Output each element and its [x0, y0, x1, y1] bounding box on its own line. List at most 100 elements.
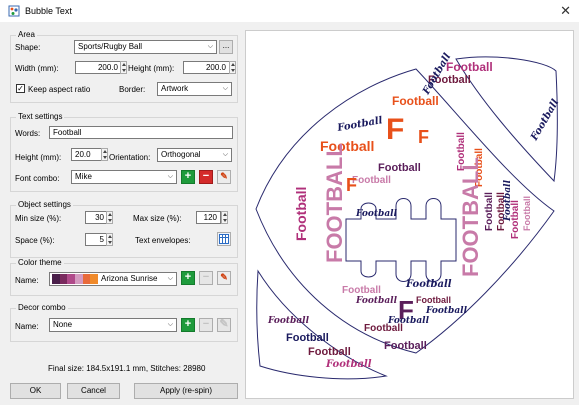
- width-spinner[interactable]: [120, 61, 127, 74]
- words-input[interactable]: Football: [49, 126, 233, 139]
- keep-aspect-label: Keep aspect ratio: [28, 85, 91, 94]
- color-swatch: [90, 274, 98, 284]
- width-input[interactable]: 200.0: [75, 61, 122, 74]
- shape-browse-button[interactable]: ...: [219, 40, 233, 54]
- plus-icon: +: [184, 318, 192, 330]
- area-group-title: Area: [16, 30, 37, 39]
- decor-name-label: Name:: [15, 322, 39, 331]
- shape-select-value: Sports/Rugby Ball: [78, 42, 143, 51]
- ok-button[interactable]: OK: [10, 383, 61, 399]
- edit-color-theme-button[interactable]: ✎: [217, 271, 231, 285]
- width-label: Width (mm):: [15, 64, 59, 73]
- orientation-select[interactable]: Orthogonal ⌵: [157, 148, 232, 162]
- preview-word: Football: [293, 187, 309, 241]
- preview-word: Football: [267, 316, 310, 326]
- max-size-label: Max size (%):: [133, 214, 182, 223]
- preview-word: Football: [355, 209, 398, 219]
- color-swatch: [67, 274, 75, 284]
- remove-decor-button[interactable]: −: [199, 318, 213, 332]
- preview-word: Football: [325, 359, 372, 370]
- color-theme-group-title: Color theme: [16, 258, 64, 267]
- preview-word: Football: [405, 279, 452, 290]
- min-size-input[interactable]: 30: [85, 211, 108, 224]
- edit-decor-button[interactable]: ✎: [217, 318, 231, 332]
- add-color-theme-button[interactable]: +: [181, 271, 195, 285]
- pencil-icon: ✎: [219, 318, 229, 330]
- chevron-down-icon: ⌵: [167, 173, 173, 180]
- minus-icon: −: [202, 170, 210, 182]
- max-size-spinner[interactable]: [221, 211, 228, 224]
- add-font-combo-button[interactable]: +: [181, 170, 195, 184]
- orientation-label: Orientation:: [109, 153, 151, 162]
- preview-word: Football: [392, 94, 439, 108]
- close-icon[interactable]: ✕: [560, 3, 571, 19]
- preview-word: Football: [425, 306, 468, 316]
- space-input[interactable]: 5: [85, 233, 108, 246]
- preview-word: F: [418, 127, 429, 147]
- chevron-down-icon: ⌵: [167, 275, 173, 282]
- preview-word: Football: [286, 332, 329, 344]
- pencil-icon: ✎: [220, 272, 228, 282]
- preview-word: Football: [355, 296, 398, 306]
- apply-button[interactable]: Apply (re-spin): [134, 383, 238, 399]
- cancel-button[interactable]: Cancel: [67, 383, 120, 399]
- space-spinner[interactable]: [106, 233, 113, 246]
- object-settings-group-title: Object settings: [16, 200, 73, 209]
- min-size-label: Min size (%):: [15, 214, 62, 223]
- preview-word: Football: [352, 175, 391, 186]
- color-theme-select-value: Arizona Sunrise: [101, 274, 158, 283]
- shape-select[interactable]: Sports/Rugby Ball ⌵: [74, 40, 217, 54]
- height-spinner[interactable]: [229, 61, 236, 74]
- decor-combo-select-value: None: [53, 320, 73, 329]
- window-title: Bubble Text: [25, 6, 72, 16]
- remove-color-theme-button[interactable]: −: [199, 271, 213, 285]
- max-size-input[interactable]: 120: [196, 211, 221, 224]
- preview-word: FOOTBALL: [322, 143, 347, 263]
- preview-word: Football: [522, 196, 532, 231]
- height-input[interactable]: 200.0: [183, 61, 230, 74]
- color-swatch: [82, 274, 91, 284]
- font-combo-select-value: Mike: [75, 172, 92, 181]
- decor-combo-group-title: Decor combo: [16, 303, 68, 312]
- remove-font-combo-button[interactable]: −: [199, 170, 213, 184]
- preview-word: Football: [384, 340, 427, 352]
- border-label: Border:: [119, 85, 146, 94]
- text-height-spinner[interactable]: [101, 148, 108, 161]
- color-theme-name-label: Name:: [15, 276, 39, 285]
- plus-icon: +: [184, 271, 192, 283]
- chevron-down-icon: ⌵: [207, 43, 213, 50]
- color-theme-select[interactable]: Arizona Sunrise ⌵: [49, 272, 177, 286]
- plus-icon: +: [184, 170, 192, 182]
- preview-word: Football: [446, 60, 493, 74]
- border-select[interactable]: Artwork ⌵: [157, 82, 232, 96]
- font-combo-label: Font combo:: [15, 174, 60, 183]
- text-height-label: Height (mm):: [15, 153, 62, 162]
- text-envelopes-button[interactable]: [217, 232, 231, 246]
- height-label: Height (mm):: [128, 64, 175, 73]
- preview-word: Football: [308, 346, 351, 358]
- chevron-down-icon: ⌵: [167, 321, 173, 328]
- add-decor-button[interactable]: +: [181, 318, 195, 332]
- title-bar: Bubble Text ✕: [0, 0, 579, 22]
- preview-word: Football: [378, 162, 421, 174]
- keep-aspect-checkbox[interactable]: ✓: [16, 84, 25, 93]
- words-label: Words:: [15, 129, 41, 138]
- minus-icon: −: [202, 271, 210, 283]
- pencil-icon: ✎: [220, 171, 228, 181]
- color-swatch: [75, 274, 83, 284]
- preview-word: Football: [484, 192, 495, 231]
- preview-word: Football: [387, 316, 430, 326]
- text-height-input[interactable]: 20.0: [71, 148, 104, 161]
- edit-font-combo-button[interactable]: ✎: [217, 170, 231, 184]
- color-swatch: [59, 274, 68, 284]
- min-size-spinner[interactable]: [106, 211, 113, 224]
- preview-canvas[interactable]: Football Football Football Football Football…: [245, 30, 574, 399]
- font-combo-select[interactable]: Mike ⌵: [71, 170, 177, 184]
- preview-word: FOOTBALL: [458, 157, 483, 277]
- preview-word: F: [346, 175, 357, 195]
- rugby-ball-preview: FootballFootballFootballFootballFootball…: [255, 51, 561, 380]
- preview-word: Football: [342, 285, 381, 296]
- decor-combo-select[interactable]: None ⌵: [49, 318, 177, 332]
- bubble-text-icon: [8, 5, 20, 17]
- orientation-select-value: Orthogonal: [161, 150, 201, 159]
